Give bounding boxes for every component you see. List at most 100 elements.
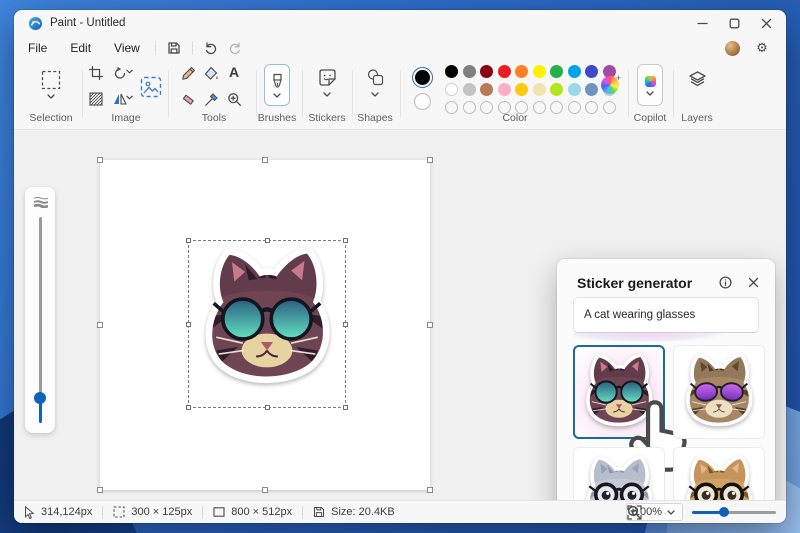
palette-swatch[interactable]	[550, 65, 563, 78]
close-button[interactable]	[750, 10, 782, 36]
placed-cat-sticker[interactable]	[192, 244, 342, 404]
canvas-resize-handle[interactable]	[97, 487, 103, 493]
layers-button[interactable]	[687, 69, 707, 89]
palette-swatch[interactable]	[533, 65, 546, 78]
file-size-icon	[313, 506, 325, 518]
shapes-chevron-icon[interactable]	[371, 92, 379, 97]
color-picker-tool-icon[interactable]	[203, 91, 219, 107]
info-icon[interactable]	[717, 274, 733, 290]
canvas-resize-handle[interactable]	[97, 322, 103, 328]
drawing-canvas[interactable]	[100, 160, 430, 490]
resize-skew-icon[interactable]	[88, 91, 104, 107]
canvas-resize-handle[interactable]	[262, 487, 268, 493]
palette-swatch[interactable]	[480, 83, 493, 96]
stickers-chevron-icon[interactable]	[323, 92, 331, 97]
pencil-tool-icon[interactable]	[180, 65, 196, 81]
palette-empty-slot[interactable]	[463, 101, 476, 114]
save-button[interactable]	[162, 38, 186, 58]
palette-empty-slot[interactable]	[533, 101, 546, 114]
ribbon-divider	[302, 70, 303, 117]
account-avatar[interactable]	[720, 38, 744, 58]
palette-swatch[interactable]	[498, 65, 511, 78]
text-tool-icon[interactable]: A	[226, 64, 242, 80]
palette-swatch[interactable]	[585, 83, 598, 96]
selection-handle[interactable]	[343, 405, 348, 410]
copilot-button[interactable]	[637, 64, 663, 106]
panel-close-icon[interactable]	[745, 274, 761, 290]
brushes-button[interactable]	[264, 64, 290, 106]
canvas-size-text: 800 × 512px	[231, 506, 292, 518]
palette-empty-slot[interactable]	[603, 101, 616, 114]
brushes-group-label: Brushes	[258, 112, 297, 124]
palette-empty-slot[interactable]	[568, 101, 581, 114]
prompt-input[interactable]	[573, 297, 759, 333]
canvas-resize-handle[interactable]	[427, 157, 433, 163]
selection-handle[interactable]	[186, 405, 191, 410]
menu-view[interactable]: View	[105, 38, 149, 58]
size-slider-thumb[interactable]	[34, 392, 46, 404]
sticker-thumbnail-sepia-cat-purple-aviators[interactable]	[673, 345, 765, 439]
edit-colors-wheel-icon[interactable]: +	[601, 76, 619, 94]
palette-swatch[interactable]	[515, 83, 528, 96]
palette-swatch[interactable]	[568, 65, 581, 78]
selection-dropdown-chevron-icon[interactable]	[47, 94, 55, 99]
stickers-button[interactable]	[317, 67, 337, 87]
selection-marquee[interactable]	[188, 240, 346, 408]
zoom-slider-thumb[interactable]	[719, 507, 729, 517]
maximize-button[interactable]	[718, 10, 750, 36]
selection-handle[interactable]	[343, 322, 348, 327]
selection-handle[interactable]	[186, 238, 191, 243]
settings-gear-icon[interactable]: ⚙	[750, 38, 774, 58]
palette-empty-slot[interactable]	[550, 101, 563, 114]
palette-swatch[interactable]	[550, 83, 563, 96]
canvas-resize-handle[interactable]	[262, 157, 268, 163]
selection-handle[interactable]	[186, 322, 191, 327]
sticker-thumbnail-tabby-cat-teal-sunglasses[interactable]	[573, 345, 665, 439]
copilot-group: Copilot	[632, 58, 668, 129]
crop-icon[interactable]	[88, 65, 104, 81]
palette-empty-slot[interactable]	[585, 101, 598, 114]
color-group-label: Color	[502, 112, 527, 124]
undo-button[interactable]	[199, 38, 223, 58]
background-color-well[interactable]	[414, 93, 431, 110]
palette-swatch[interactable]	[463, 65, 476, 78]
size-slider-track[interactable]	[39, 217, 42, 393]
canvas-resize-handle[interactable]	[97, 157, 103, 163]
palette-swatch[interactable]	[480, 65, 493, 78]
rotate-dropdown-chevron-icon[interactable]	[126, 69, 133, 74]
palette-swatch[interactable]	[533, 83, 546, 96]
color-group: + Color	[404, 58, 626, 129]
shapes-button[interactable]	[365, 67, 385, 87]
selection-tool-icon[interactable]	[40, 69, 62, 91]
palette-swatch[interactable]	[445, 83, 458, 96]
menu-edit[interactable]: Edit	[61, 38, 100, 58]
image-tool-group: Image	[85, 58, 167, 129]
selection-tool-group[interactable]: Selection	[20, 58, 82, 129]
background-removal-icon[interactable]	[139, 75, 163, 99]
redo-button[interactable]	[223, 38, 247, 58]
fill-tool-icon[interactable]	[203, 65, 219, 81]
selection-handle[interactable]	[265, 405, 270, 410]
zoom-in-icon[interactable]	[626, 504, 642, 520]
window-title: Paint - Untitled	[50, 17, 125, 29]
zoom-slider[interactable]	[692, 506, 776, 518]
title-bar[interactable]: Paint - Untitled	[14, 10, 786, 36]
minimize-button[interactable]	[686, 10, 718, 36]
menu-file[interactable]: File	[19, 38, 56, 58]
canvas-resize-handle[interactable]	[427, 322, 433, 328]
selection-handle[interactable]	[343, 238, 348, 243]
canvas-resize-handle[interactable]	[427, 487, 433, 493]
palette-swatch[interactable]	[585, 65, 598, 78]
palette-empty-slot[interactable]	[445, 101, 458, 114]
selection-handle[interactable]	[265, 238, 270, 243]
palette-swatch[interactable]	[568, 83, 581, 96]
palette-swatch[interactable]	[463, 83, 476, 96]
palette-swatch[interactable]	[515, 65, 528, 78]
flip-dropdown-chevron-icon[interactable]	[126, 95, 133, 100]
eraser-tool-icon[interactable]	[180, 91, 196, 107]
magnifier-tool-icon[interactable]	[226, 91, 242, 107]
palette-swatch[interactable]	[498, 83, 511, 96]
palette-empty-slot[interactable]	[480, 101, 493, 114]
foreground-color-well[interactable]	[412, 67, 433, 88]
palette-swatch[interactable]	[445, 65, 458, 78]
